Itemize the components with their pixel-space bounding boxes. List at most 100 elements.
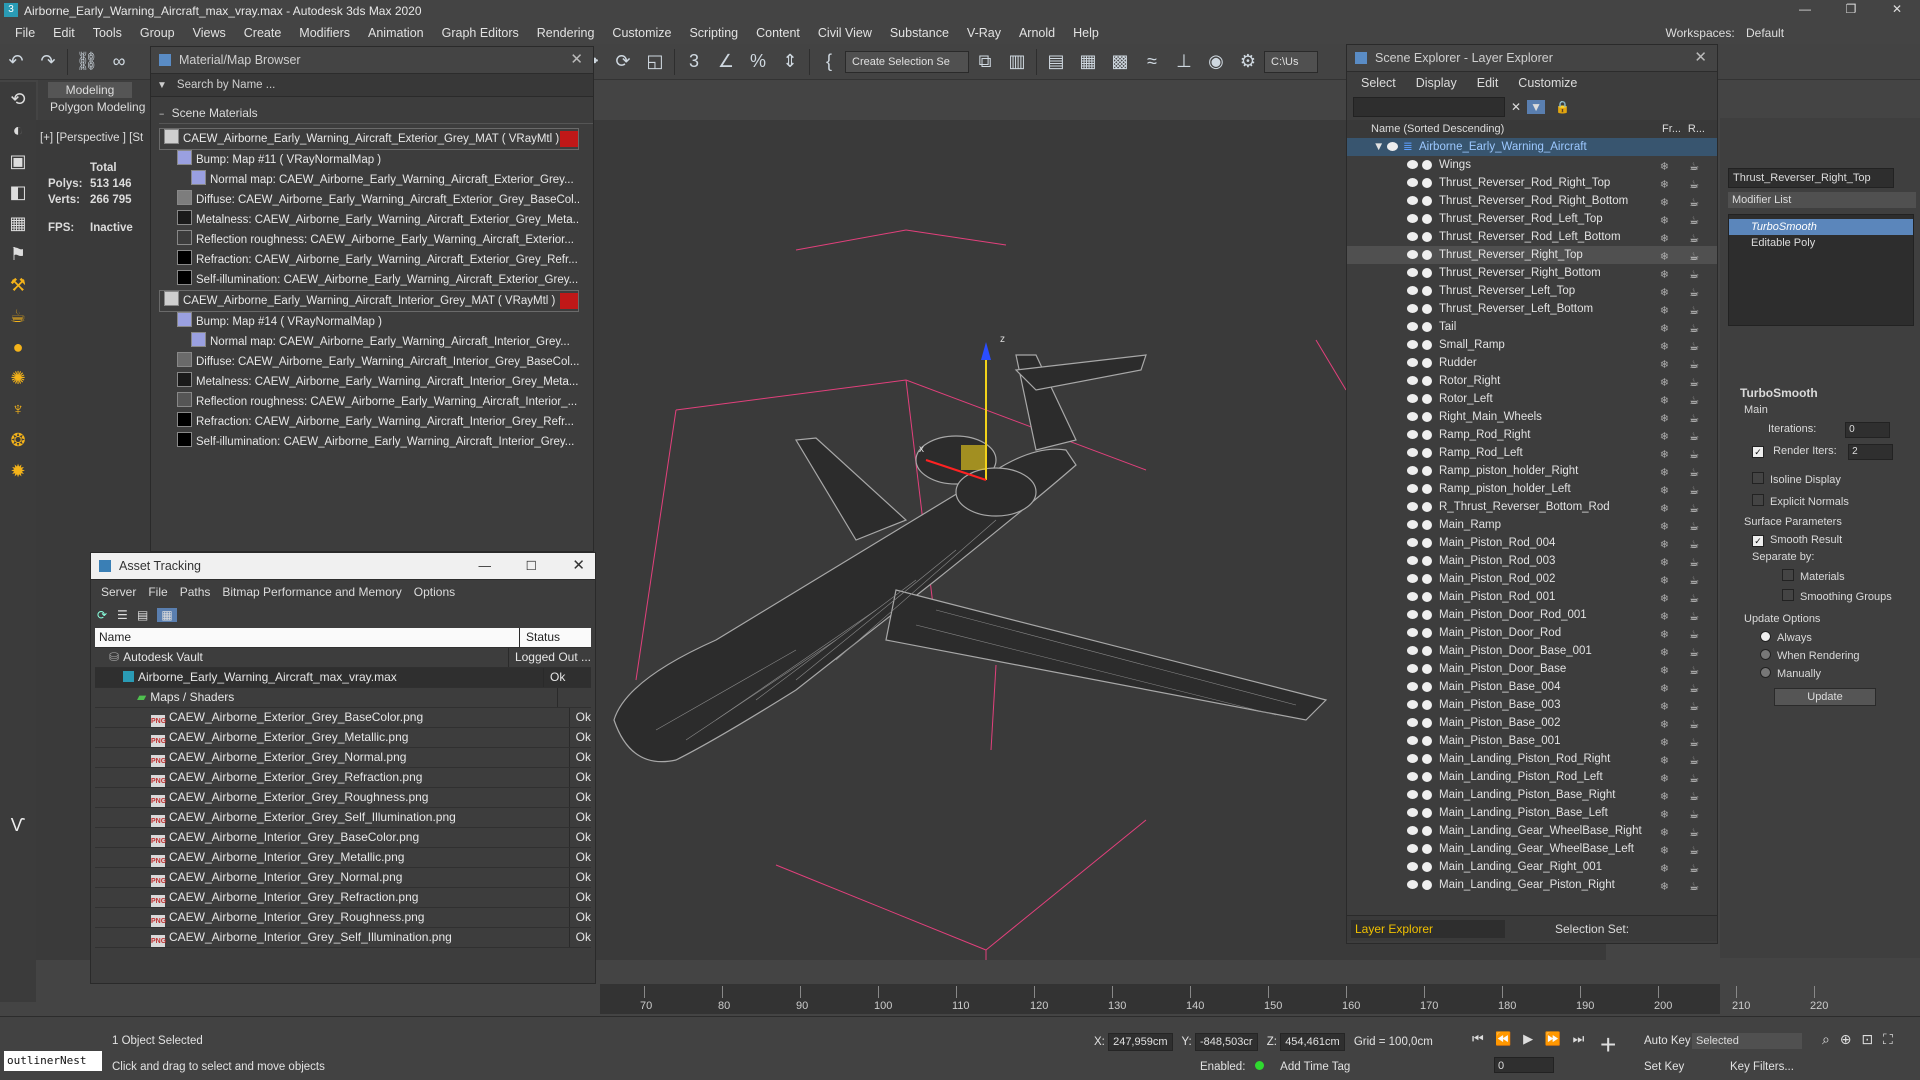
menu-item-animation[interactable]: Animation (359, 22, 433, 44)
grid-view-icon[interactable]: ▦ (157, 608, 177, 622)
undo-icon[interactable]: ↶ (4, 50, 28, 74)
scene-object-name[interactable]: Thrust_Reverser_Rod_Left_Bottom (1439, 228, 1621, 246)
expand-icon[interactable]: ▼ (1373, 138, 1384, 156)
selection-set-dropdown[interactable]: Create Selection Se (845, 50, 969, 73)
visibility-icon[interactable] (1387, 142, 1398, 151)
scene-object-name[interactable]: Main_Landing_Gear_Piston_Right (1439, 876, 1615, 894)
minimize-button[interactable]: — (1782, 2, 1828, 20)
material-list-item[interactable]: Self-illumination: CAEW_Airborne_Early_W… (159, 432, 579, 452)
go-to-start-icon[interactable]: ⏮ (1472, 1031, 1484, 1046)
scene-object-name[interactable]: Main_Piston_Door_Base (1439, 660, 1566, 678)
auto-key-button[interactable]: Auto Key (1644, 1035, 1691, 1047)
column-status-header[interactable]: Status (519, 628, 591, 647)
visibility-icon[interactable] (1407, 736, 1418, 745)
renderable-icon[interactable]: ☕ (1689, 878, 1699, 896)
scene-object-name[interactable]: R_Thrust_Reverser_Bottom_Rod (1439, 498, 1610, 516)
menu-item-customize[interactable]: Customize (603, 22, 680, 44)
scene-object-row[interactable]: Main_Ramp ❄ ☕ (1347, 516, 1717, 534)
scene-object-name[interactable]: Ramp_Rod_Right (1439, 426, 1530, 444)
stack-item-editable-poly[interactable]: Editable Poly (1729, 235, 1913, 251)
scene-menu-edit[interactable]: Edit (1467, 76, 1509, 90)
unlink-icon[interactable]: ∞ (107, 50, 131, 74)
asset-menu-paths[interactable]: Paths (174, 585, 217, 599)
teapot-icon[interactable]: ☕ (4, 302, 32, 330)
set-key-button[interactable]: Set Key (1644, 1061, 1684, 1073)
redo-icon[interactable]: ↷ (36, 50, 60, 74)
scene-object-row[interactable]: Main_Landing_Piston_Base_Right ❄ ☕ (1347, 786, 1717, 804)
menu-item-file[interactable]: File (6, 22, 44, 44)
scene-object-name[interactable]: Main_Piston_Rod_003 (1439, 552, 1555, 570)
scene-object-row[interactable]: Main_Piston_Base_001 ❄ ☕ (1347, 732, 1717, 750)
visibility-icon[interactable] (1407, 160, 1418, 169)
z-coordinate[interactable]: 454,461cm (1280, 1033, 1345, 1051)
menu-item-group[interactable]: Group (131, 22, 184, 44)
visibility-icon[interactable] (1407, 484, 1418, 493)
asset-row[interactable]: PNG CAEW_Airborne_Exterior_Grey_Metallic.… (95, 728, 591, 748)
visibility-icon[interactable] (1407, 862, 1418, 871)
object-name-field[interactable]: Thrust_Reverser_Right_Top (1728, 168, 1894, 188)
maximize-viewport-icon[interactable]: ⛶ (1883, 1031, 1893, 1047)
zoom-icon[interactable]: ⌕ (1822, 1031, 1830, 1047)
link-icon[interactable]: ⛓ (75, 50, 99, 74)
visibility-icon[interactable] (1407, 826, 1418, 835)
chevron-down-icon[interactable]: ▼ (157, 80, 167, 91)
visibility-icon[interactable] (1407, 466, 1418, 475)
material-list-item[interactable]: CAEW_Airborne_Early_Warning_Aircraft_Int… (159, 290, 579, 312)
scene-object-name[interactable]: Main_Landing_Gear_Right_001 (1439, 858, 1602, 876)
material-list-item[interactable]: Diffuse: CAEW_Airborne_Early_Warning_Air… (159, 190, 579, 210)
box-icon[interactable]: ▣ (4, 147, 32, 175)
scene-object-row[interactable]: Main_Piston_Base_004 ❄ ☕ (1347, 678, 1717, 696)
scene-object-name[interactable]: Thrust_Reverser_Rod_Right_Top (1439, 174, 1610, 192)
angle-snap-icon[interactable]: ∠ (714, 50, 738, 74)
visibility-icon[interactable] (1407, 430, 1418, 439)
bulb-icon[interactable]: ❂ (4, 426, 32, 454)
close-icon[interactable]: ✕ (572, 553, 585, 579)
filter-input[interactable] (1353, 97, 1505, 117)
x-coordinate[interactable]: 247,959cm (1108, 1033, 1173, 1051)
scene-object-row[interactable]: Main_Piston_Door_Rod ❄ ☕ (1347, 624, 1717, 642)
column-name-header[interactable]: Name (95, 628, 519, 647)
scene-object-row[interactable]: Ramp_piston_holder_Left ❄ ☕ (1347, 480, 1717, 498)
script-listener[interactable]: outlinerNest (4, 1051, 102, 1071)
scene-object-row[interactable]: Main_Piston_Door_Base_001 ❄ ☕ (1347, 642, 1717, 660)
materials-checkbox[interactable] (1782, 569, 1794, 581)
visibility-icon[interactable] (1407, 628, 1418, 637)
visibility-icon[interactable] (1407, 538, 1418, 547)
scene-root-layer[interactable]: ▼ ≣ Airborne_Early_Warning_Aircraft (1347, 138, 1717, 156)
menu-item-edit[interactable]: Edit (44, 22, 84, 44)
sun-icon[interactable]: ✺ (4, 364, 32, 392)
scene-menu-select[interactable]: Select (1351, 76, 1406, 90)
scene-object-row[interactable]: Main_Piston_Rod_001 ❄ ☕ (1347, 588, 1717, 606)
zoom-all-icon[interactable]: ⊕ (1840, 1031, 1852, 1047)
layer-explorer-icon[interactable]: ▦ (1076, 50, 1100, 74)
visibility-icon[interactable] (1407, 322, 1418, 331)
select-rotate-icon[interactable]: ⟳ (611, 50, 635, 74)
scene-object-row[interactable]: Main_Piston_Door_Rod_001 ❄ ☕ (1347, 606, 1717, 624)
menu-item-graph-editors[interactable]: Graph Editors (433, 22, 528, 44)
visibility-icon[interactable] (1407, 502, 1418, 511)
scene-object-row[interactable]: Main_Piston_Base_002 ❄ ☕ (1347, 714, 1717, 732)
menu-item-civil-view[interactable]: Civil View (809, 22, 881, 44)
scene-materials-header[interactable]: − Scene Materials (159, 103, 593, 124)
visibility-icon[interactable] (1407, 844, 1418, 853)
scene-object-row[interactable]: Thrust_Reverser_Right_Top ❄ ☕ (1347, 246, 1717, 264)
lock-icon[interactable]: 🔒 (1555, 100, 1570, 114)
scene-object-row[interactable]: Thrust_Reverser_Left_Top ❄ ☕ (1347, 282, 1717, 300)
scene-object-row[interactable]: Thrust_Reverser_Right_Bottom ❄ ☕ (1347, 264, 1717, 282)
key-filters-button[interactable]: Key Filters... (1730, 1061, 1794, 1073)
visibility-icon[interactable] (1407, 268, 1418, 277)
scene-object-name[interactable]: Thrust_Reverser_Rod_Right_Bottom (1439, 192, 1628, 210)
visibility-icon[interactable] (1407, 682, 1418, 691)
asset-row[interactable]: PNG CAEW_Airborne_Interior_Grey_Self_Illu… (95, 928, 591, 948)
scene-object-name[interactable]: Ramp_piston_holder_Left (1439, 480, 1571, 498)
scene-object-row[interactable]: Main_Landing_Piston_Rod_Right ❄ ☕ (1347, 750, 1717, 768)
render-setup-icon[interactable]: ⚙ (1236, 50, 1260, 74)
visibility-icon[interactable] (1407, 700, 1418, 709)
filter-icon[interactable]: ▼ (1527, 100, 1545, 114)
scene-object-row[interactable]: Main_Landing_Gear_Right_001 ❄ ☕ (1347, 858, 1717, 876)
scene-object-row[interactable]: Main_Piston_Door_Base ❄ ☕ (1347, 660, 1717, 678)
column-frozen-header[interactable]: Fr... (1662, 123, 1681, 135)
iterations-spinner[interactable]: 0 (1845, 422, 1891, 438)
scene-object-name[interactable]: Main_Ramp (1439, 516, 1501, 534)
scene-object-row[interactable]: Small_Ramp ❄ ☕ (1347, 336, 1717, 354)
